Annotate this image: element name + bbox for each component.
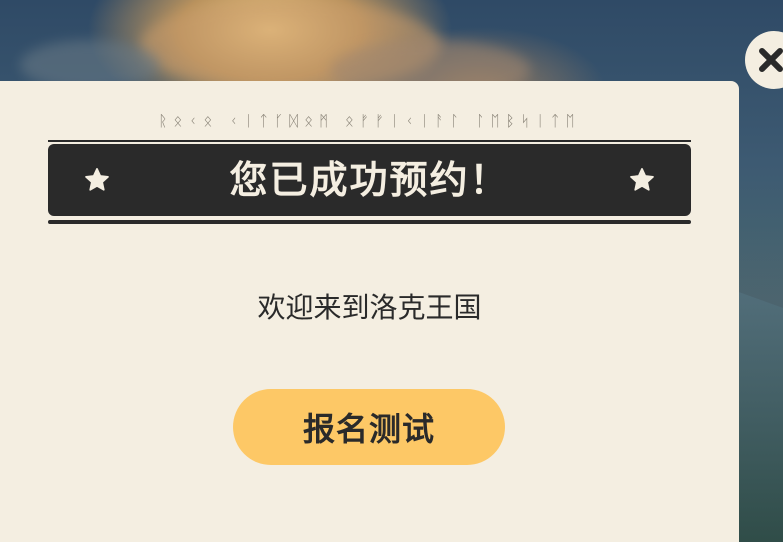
dialog-title: 您已成功预约！ [229,158,510,202]
close-button[interactable] [745,31,783,89]
welcome-text: 欢迎来到洛克王国 [257,291,482,324]
page: ᚱᛟᚲᛟ ᚲᛁᛏᚴᛞᛟᛗ ᛟᚠᚠᛁᚲᛁᚨᛚ ᛚᛖᛒᛋᛁᛏᛖ 您已成功预约！ 欢迎… [0,0,783,542]
reservation-success-dialog: ᚱᛟᚲᛟ ᚲᛁᛏᚴᛞᛟᛗ ᛟᚠᚠᛁᚲᛁᚨᛚ ᛚᛖᛒᛋᛁᛏᛖ 您已成功预约！ 欢迎… [0,81,739,542]
banner-bottom-rule [48,220,691,224]
decorative-runes-text: ᚱᛟᚲᛟ ᚲᛁᛏᚴᛞᛟᛗ ᛟᚠᚠᛁᚲᛁᚨᛚ ᛚᛖᛒᛋᛁᛏᛖ [158,112,581,130]
star-icon [630,168,654,191]
close-icon [759,48,783,72]
register-test-button[interactable]: 报名测试 [233,389,505,465]
title-banner: 您已成功预约！ [48,144,691,216]
banner-top-rule [48,140,691,142]
